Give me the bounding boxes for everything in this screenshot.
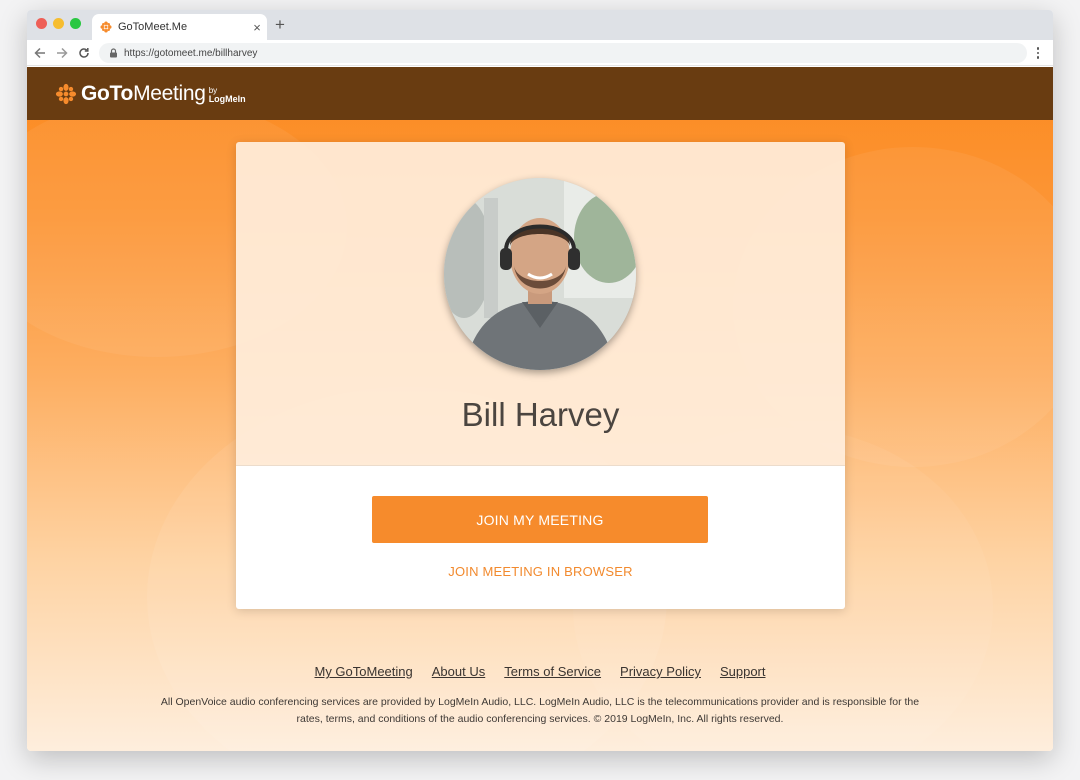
footer-link-about-us[interactable]: About Us bbox=[432, 664, 485, 679]
meeting-card: Bill Harvey JOIN MY MEETING JOIN MEETING… bbox=[236, 142, 845, 609]
tab-close-icon[interactable]: × bbox=[247, 20, 267, 35]
host-name: Bill Harvey bbox=[461, 396, 620, 433]
lock-icon bbox=[109, 48, 118, 58]
logo-byline: by LogMeIn bbox=[209, 83, 246, 104]
reload-icon[interactable] bbox=[75, 44, 93, 62]
join-my-meeting-button[interactable]: JOIN MY MEETING bbox=[372, 496, 708, 543]
logo-meeting-text: Meeting bbox=[133, 81, 206, 105]
url-text: https://gotomeet.me/billharvey bbox=[124, 47, 258, 59]
browser-menu-icon[interactable] bbox=[1031, 44, 1045, 62]
host-profile-section: Bill Harvey bbox=[236, 142, 845, 465]
address-bar[interactable]: https://gotomeet.me/billharvey bbox=[99, 43, 1027, 63]
footer-link-support[interactable]: Support bbox=[720, 664, 766, 679]
close-window-button[interactable] bbox=[36, 18, 47, 29]
minimize-window-button[interactable] bbox=[53, 18, 64, 29]
footer-link-my-gotomeeting[interactable]: My GoToMeeting bbox=[314, 664, 412, 679]
footer-link-terms-of-service[interactable]: Terms of Service bbox=[504, 664, 601, 679]
join-in-browser-link[interactable]: JOIN MEETING IN BROWSER bbox=[236, 564, 845, 579]
gotomeeting-favicon-icon bbox=[100, 21, 112, 33]
tab-title: GoToMeet.Me bbox=[118, 21, 188, 33]
avatar bbox=[444, 178, 636, 370]
browser-toolbar: https://gotomeet.me/billharvey bbox=[27, 40, 1053, 66]
new-tab-button[interactable]: + bbox=[272, 16, 288, 34]
page-content: GoTo Meeting by LogMeIn Bill Harvey JOIN… bbox=[27, 67, 1053, 751]
logo-goto-text: GoTo bbox=[81, 81, 134, 105]
app-header: GoTo Meeting by LogMeIn bbox=[27, 67, 1053, 120]
maximize-window-button[interactable] bbox=[70, 18, 81, 29]
browser-window: GoToMeet.Me × + https://gotomeet.me/bill… bbox=[27, 10, 1053, 751]
footer-links: My GoToMeeting About Us Terms of Service… bbox=[27, 664, 1053, 679]
tab-strip: GoToMeet.Me × + bbox=[27, 10, 1053, 40]
logo-logmein-text: LogMeIn bbox=[208, 94, 246, 104]
forward-arrow-icon[interactable] bbox=[53, 44, 71, 62]
browser-tab[interactable]: GoToMeet.Me × bbox=[92, 14, 267, 40]
gotomeeting-flower-icon bbox=[55, 83, 77, 105]
host-photo-icon bbox=[444, 178, 636, 370]
back-arrow-icon[interactable] bbox=[31, 44, 49, 62]
gotomeeting-logo[interactable]: GoTo Meeting by LogMeIn bbox=[55, 79, 246, 109]
footer-link-privacy-policy[interactable]: Privacy Policy bbox=[620, 664, 701, 679]
legal-notice: All OpenVoice audio conferencing service… bbox=[160, 696, 920, 725]
join-actions-section: JOIN MY MEETING JOIN MEETING IN BROWSER bbox=[236, 465, 845, 609]
